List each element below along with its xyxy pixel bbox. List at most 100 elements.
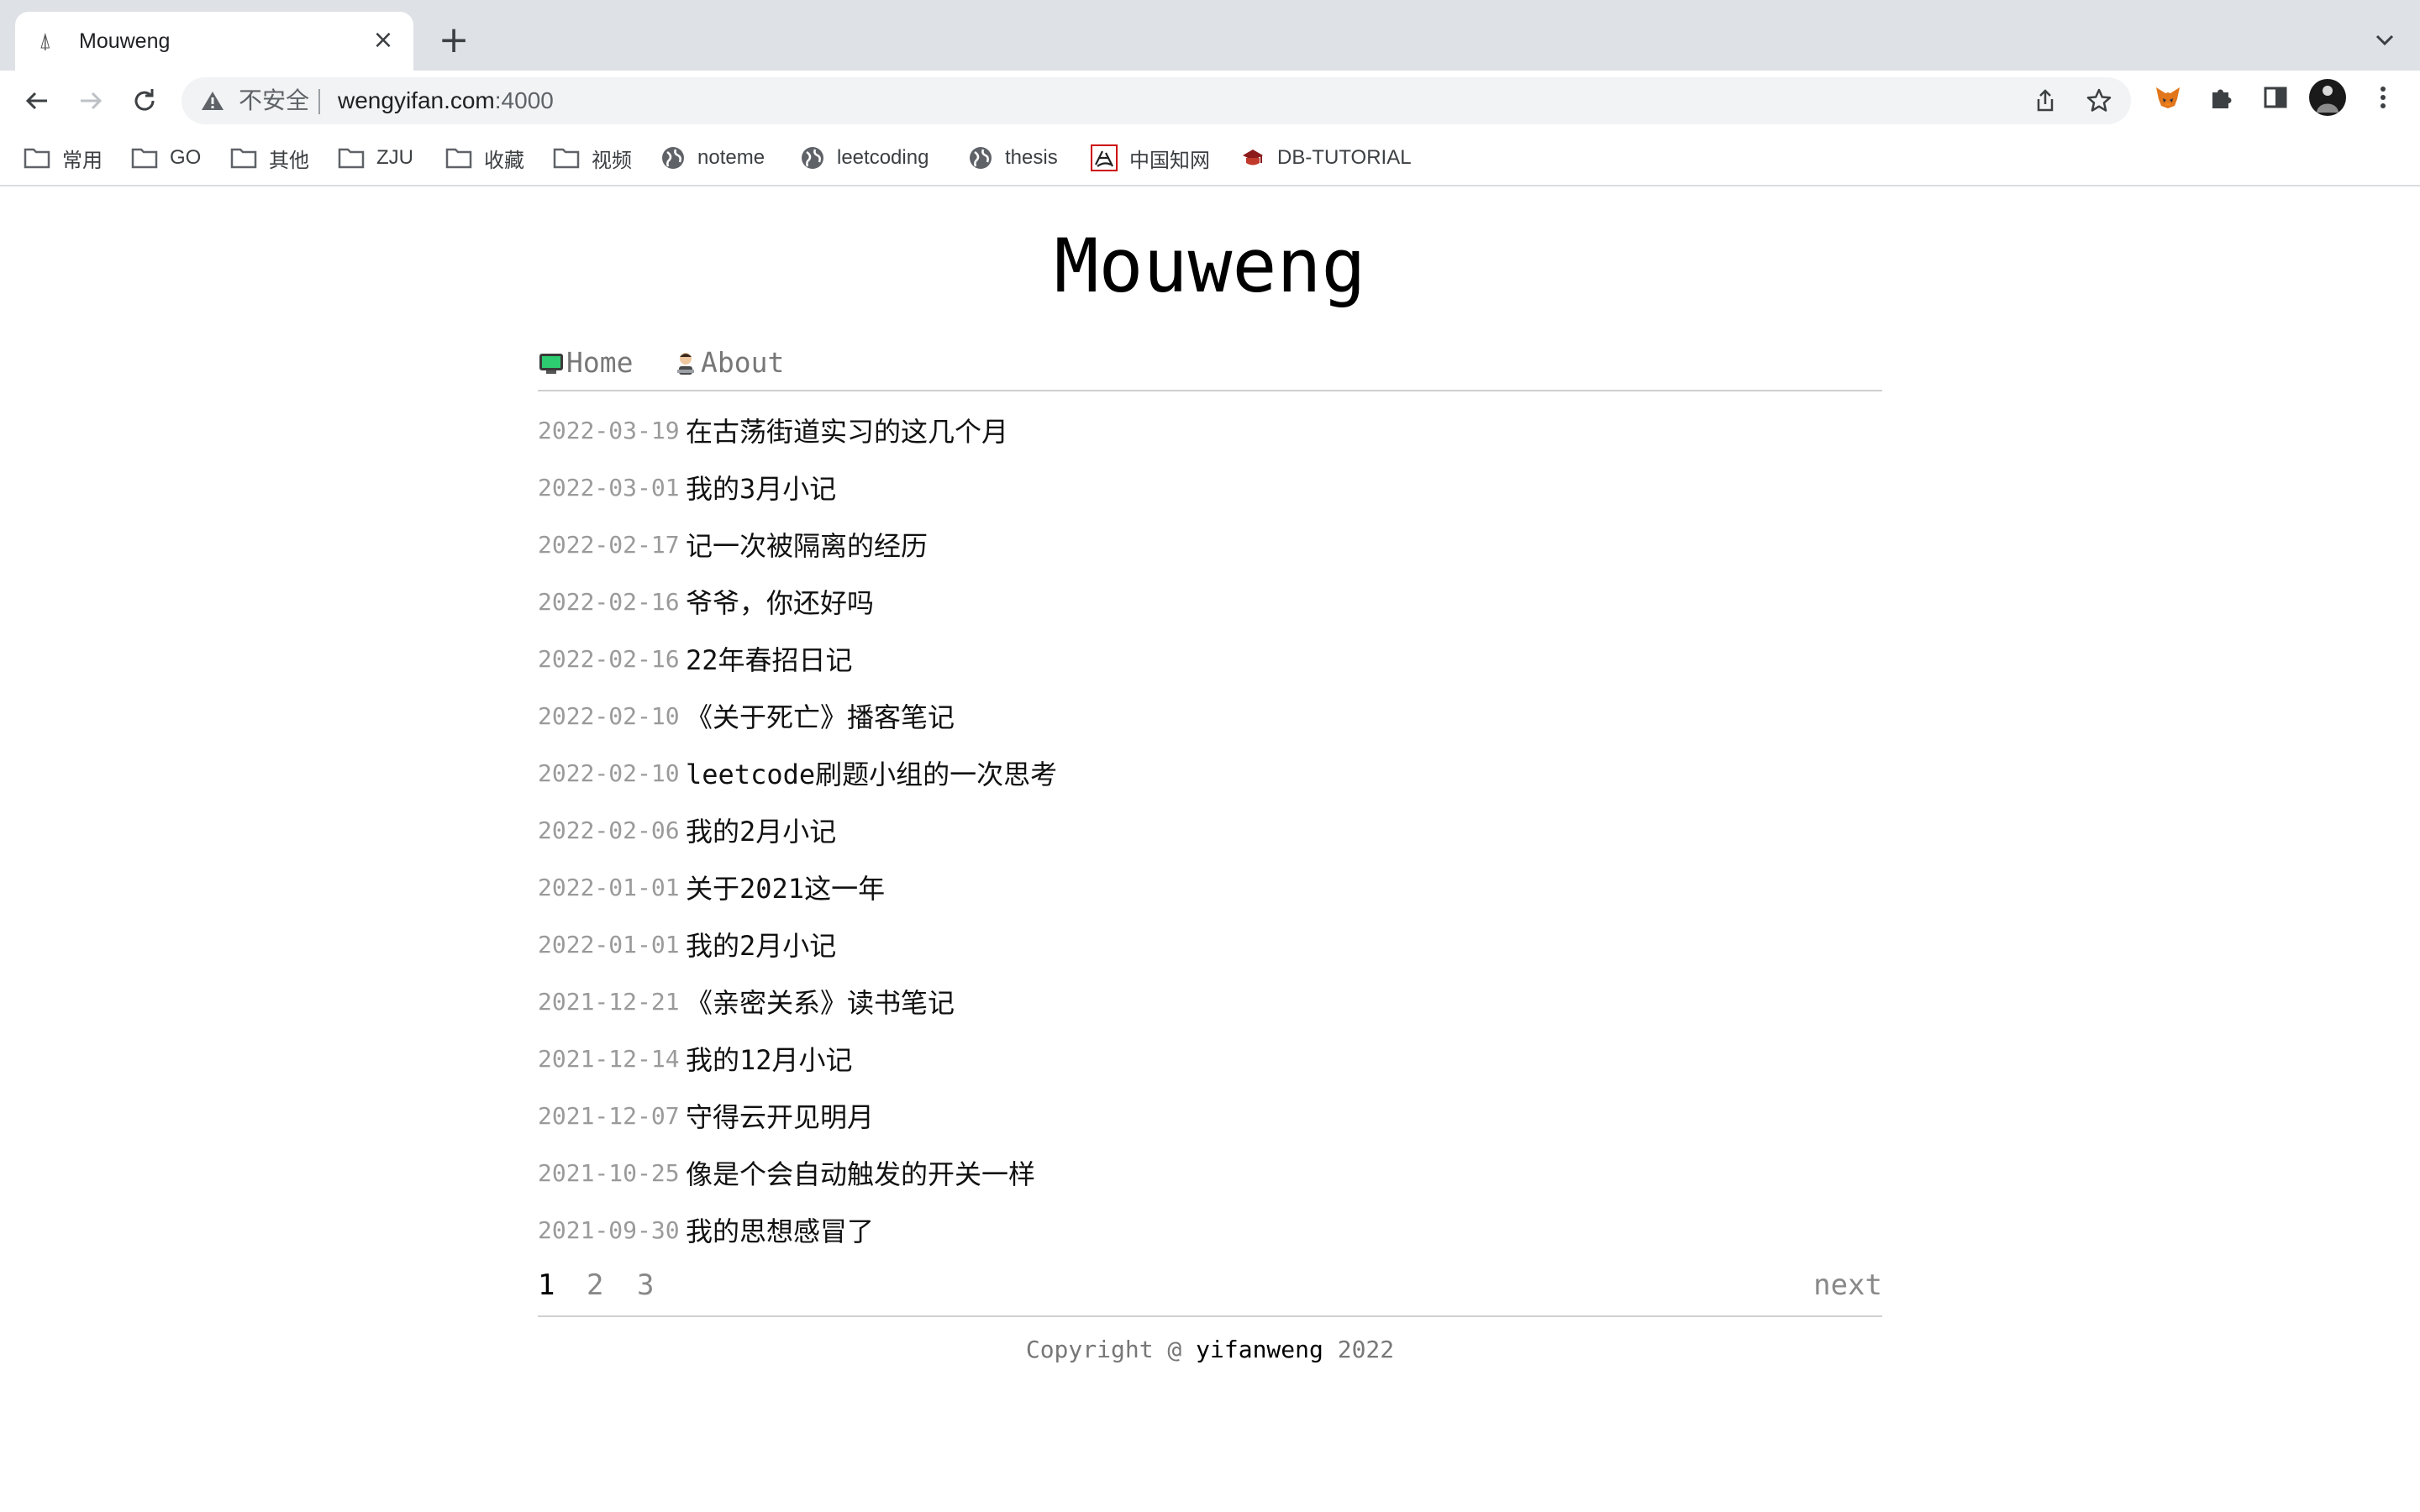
bookmark-star-icon[interactable] bbox=[2086, 87, 2112, 114]
bookmark-label: 中国知网 bbox=[1129, 149, 1210, 172]
nav-about[interactable]: About bbox=[672, 346, 784, 379]
post-date: 2022-02-10 bbox=[538, 759, 680, 787]
site-icon bbox=[1243, 150, 1263, 165]
post-item[interactable]: 2022-02-10 leetcode刷题小组的一次思考 bbox=[538, 744, 1882, 801]
folder-icon bbox=[445, 148, 472, 169]
bookmark-thesis[interactable]: thesis bbox=[968, 143, 1058, 173]
post-title-link[interactable]: 我的2月小记 bbox=[686, 811, 836, 849]
post-title-link[interactable]: 关于2021这一年 bbox=[686, 868, 885, 906]
post-item[interactable]: 2022-02-06 我的2月小记 bbox=[538, 801, 1882, 858]
globe-icon bbox=[802, 147, 823, 169]
bookmark-label: leetcoding bbox=[837, 146, 929, 169]
post-title-link[interactable]: 记一次被隔离的经历 bbox=[686, 525, 928, 564]
bookmark-label: noteme bbox=[697, 146, 765, 169]
post-title-link[interactable]: 《关于死亡》播客笔记 bbox=[686, 696, 955, 735]
folder-icon bbox=[230, 148, 257, 169]
bookmark-label: 视频 bbox=[592, 149, 632, 172]
post-item[interactable]: 2021-12-14 我的12月小记 bbox=[538, 1030, 1882, 1087]
bookmark-cnki[interactable]: 中国知网 bbox=[1091, 143, 1210, 173]
page-link-2[interactable]: 2 bbox=[587, 1268, 603, 1302]
tab-title: Mouweng bbox=[79, 29, 171, 53]
post-date: 2022-02-06 bbox=[538, 816, 680, 844]
forward-arrow-icon[interactable] bbox=[74, 84, 108, 118]
post-title-link[interactable]: 我的2月小记 bbox=[686, 925, 836, 963]
post-item[interactable]: 2021-12-07 守得云开见明月 bbox=[538, 1087, 1882, 1144]
close-tab-icon[interactable]: × bbox=[370, 27, 397, 54]
bookmark-label: 收藏 bbox=[484, 149, 524, 172]
share-icon[interactable] bbox=[2032, 87, 2059, 114]
site-favicon-icon: ⍋ bbox=[39, 29, 52, 54]
post-date: 2021-09-30 bbox=[538, 1215, 680, 1244]
side-panel-icon[interactable] bbox=[2260, 82, 2291, 113]
post-date: 2022-01-01 bbox=[538, 873, 680, 901]
next-page-link[interactable]: next bbox=[1813, 1268, 1882, 1302]
post-title-link[interactable]: 像是个会自动触发的开关一样 bbox=[686, 1153, 1035, 1192]
metamask-fox-icon[interactable] bbox=[2153, 82, 2183, 113]
post-item[interactable]: 2022-03-01 我的3月小记 bbox=[538, 459, 1882, 516]
bookmark-noteme[interactable]: noteme bbox=[660, 143, 765, 173]
site-title[interactable]: Mouweng bbox=[0, 220, 2420, 312]
globe-icon bbox=[970, 147, 992, 169]
profile-avatar[interactable] bbox=[2309, 79, 2346, 116]
post-title-link[interactable]: 我的12月小记 bbox=[686, 1039, 853, 1078]
bookmark-label: ZJU bbox=[376, 146, 413, 169]
post-date: 2022-01-01 bbox=[538, 930, 680, 958]
footer-author-link[interactable]: yifanweng bbox=[1196, 1336, 1323, 1363]
security-status-label[interactable]: 不安全 bbox=[239, 86, 309, 116]
post-item[interactable]: 2021-09-30 我的思想感冒了 bbox=[538, 1201, 1882, 1258]
post-title-link[interactable]: 爷爷，你还好吗 bbox=[686, 582, 874, 621]
back-arrow-icon[interactable] bbox=[20, 84, 54, 118]
bookmark-leetcoding[interactable]: leetcoding bbox=[800, 143, 929, 173]
post-date: 2021-12-21 bbox=[538, 987, 680, 1016]
url-host: wengyifan.com bbox=[338, 87, 495, 113]
tab-search-chevron-icon[interactable] bbox=[2370, 25, 2400, 55]
tab-strip: ⍋ Mouweng × + bbox=[0, 0, 2420, 71]
post-title-link[interactable]: 我的思想感冒了 bbox=[686, 1210, 874, 1249]
address-bar[interactable]: 不安全 wengyifan.com:4000 bbox=[182, 77, 2131, 124]
post-title-link[interactable]: 22年春招日记 bbox=[686, 639, 853, 678]
folder-icon bbox=[131, 148, 158, 169]
post-date: 2022-03-19 bbox=[538, 416, 680, 444]
post-title-link[interactable]: 守得云开见明月 bbox=[686, 1096, 874, 1135]
post-item[interactable]: 2022-02-16 22年春招日记 bbox=[538, 630, 1882, 687]
bookmark-label: GO bbox=[170, 146, 202, 169]
bookmark-label: thesis bbox=[1005, 146, 1058, 169]
bookmark-folder-go[interactable]: GO bbox=[131, 143, 201, 173]
bookmark-folder-shipin[interactable]: 视频 bbox=[553, 143, 632, 173]
omnibox-divider bbox=[318, 89, 320, 114]
post-item[interactable]: 2022-01-01 关于2021这一年 bbox=[538, 858, 1882, 916]
post-item[interactable]: 2022-03-19 在古荡街道实习的这几个月 bbox=[538, 402, 1882, 459]
reload-icon[interactable] bbox=[128, 84, 161, 118]
post-list: 2022-03-19 在古荡街道实习的这几个月 2022-03-01 我的3月小记 … bbox=[538, 402, 1882, 1258]
post-item[interactable]: 2022-02-10 《关于死亡》播客笔记 bbox=[538, 687, 1882, 744]
post-item[interactable]: 2021-10-25 像是个会自动触发的开关一样 bbox=[538, 1144, 1882, 1201]
extensions-puzzle-icon[interactable] bbox=[2207, 82, 2237, 113]
post-title-link[interactable]: 《亲密关系》读书笔记 bbox=[686, 982, 955, 1021]
url-text[interactable]: wengyifan.com:4000 bbox=[338, 86, 554, 116]
bookmark-folder-changyong[interactable]: 常用 bbox=[24, 143, 103, 173]
bookmark-folder-shoucang[interactable]: 收藏 bbox=[445, 143, 524, 173]
nav-home[interactable]: Home bbox=[538, 346, 633, 379]
folder-icon bbox=[553, 148, 580, 169]
post-title-link[interactable]: leetcode刷题小组的一次思考 bbox=[686, 753, 1057, 792]
post-date: 2022-02-16 bbox=[538, 644, 680, 673]
post-date: 2021-12-07 bbox=[538, 1101, 680, 1130]
page-link-3[interactable]: 3 bbox=[637, 1268, 654, 1302]
new-tab-button[interactable]: + bbox=[437, 22, 471, 59]
post-title-link[interactable]: 在古荡街道实习的这几个月 bbox=[686, 411, 1008, 449]
bookmark-folder-qita[interactable]: 其他 bbox=[230, 143, 309, 173]
post-item[interactable]: 2022-02-17 记一次被隔离的经历 bbox=[538, 516, 1882, 573]
post-item[interactable]: 2022-01-01 我的2月小记 bbox=[538, 916, 1882, 973]
post-title-link[interactable]: 我的3月小记 bbox=[686, 468, 836, 507]
warning-icon[interactable] bbox=[200, 89, 225, 113]
browser-tab[interactable]: ⍋ Mouweng × bbox=[15, 12, 413, 71]
post-item[interactable]: 2022-02-16 爷爷，你还好吗 bbox=[538, 573, 1882, 630]
footer-suffix: 2022 bbox=[1323, 1336, 1395, 1363]
post-item[interactable]: 2021-12-21 《亲密关系》读书笔记 bbox=[538, 973, 1882, 1030]
pagination: 1 2 3 next bbox=[538, 1262, 1882, 1317]
bookmark-folder-zju[interactable]: ZJU bbox=[338, 143, 413, 173]
bookmark-label: 常用 bbox=[62, 149, 103, 172]
browser-menu-kebab-icon[interactable] bbox=[2368, 82, 2398, 113]
page-link-1[interactable]: 1 bbox=[538, 1268, 555, 1302]
bookmark-db-tutorial[interactable]: DB-TUTORIAL bbox=[1240, 143, 1412, 173]
